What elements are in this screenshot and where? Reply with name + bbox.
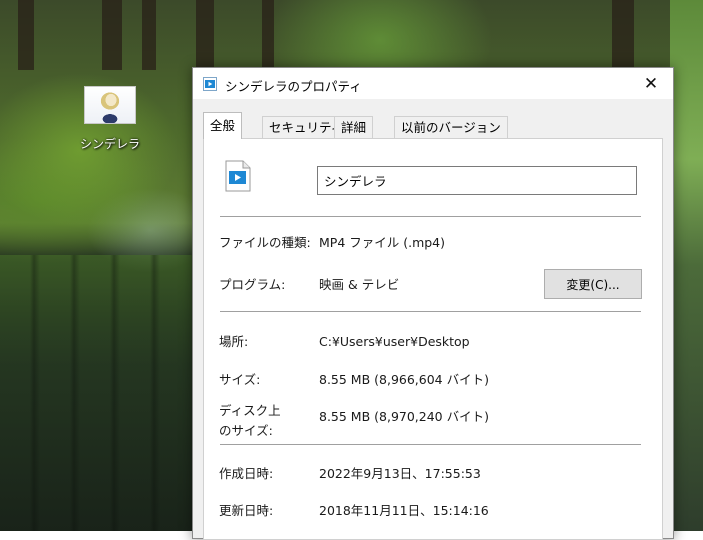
tree-trunk	[262, 0, 274, 70]
change-program-button[interactable]: 変更(C)...	[544, 269, 642, 299]
created-value: 2022年9月13日、17:55:53	[319, 466, 481, 481]
tree-trunk	[142, 0, 156, 70]
disk-size-label-line2: のサイズ:	[219, 423, 273, 438]
disk-size-value: 8.55 MB (8,970,240 バイト)	[319, 409, 489, 424]
title-bar[interactable]: シンデレラのプロパティ ✕	[193, 68, 673, 99]
created-label: 作成日時:	[219, 466, 274, 481]
tree-trunk	[102, 0, 122, 70]
desktop-icon-label: シンデレラ	[79, 137, 140, 151]
size-value: 8.55 MB (8,966,604 バイト)	[319, 372, 489, 387]
location-label: 場所:	[219, 334, 249, 349]
separator	[220, 444, 641, 445]
size-label: サイズ:	[219, 372, 261, 387]
location-value: C:¥Users¥user¥Desktop	[319, 334, 470, 349]
video-thumbnail	[84, 86, 136, 124]
separator	[220, 311, 641, 312]
close-icon: ✕	[643, 73, 659, 94]
separator	[220, 216, 641, 217]
close-button[interactable]: ✕	[629, 68, 673, 99]
tree-trunk	[612, 0, 634, 70]
video-file-icon	[225, 160, 251, 195]
file-name-input[interactable]	[317, 166, 637, 195]
properties-window: シンデレラのプロパティ ✕ 全般 セキュリティ 詳細 以前のバージョン ファイル…	[192, 67, 674, 540]
tab-previous-versions[interactable]: 以前のバージョン	[394, 116, 508, 139]
modified-label: 更新日時:	[219, 503, 274, 518]
modified-value: 2018年11月11日、15:14:16	[319, 503, 489, 518]
video-file-icon	[203, 77, 217, 94]
window-title: シンデレラのプロパティ	[225, 79, 362, 94]
disk-size-label-line1: ディスク上	[219, 403, 281, 418]
tree-trunk	[18, 0, 34, 70]
general-tab-panel: ファイルの種類: MP4 ファイル (.mp4) プログラム: 映画 & テレビ…	[203, 138, 663, 540]
foliage-right	[670, 0, 703, 531]
program-value: 映画 & テレビ	[319, 277, 400, 292]
file-type-label: ファイルの種類:	[219, 235, 311, 250]
program-label: プログラム:	[219, 277, 286, 292]
tab-details[interactable]: 詳細	[334, 116, 374, 139]
tab-general[interactable]: 全般	[203, 112, 243, 139]
tree-trunk	[196, 0, 214, 70]
file-type-value: MP4 ファイル (.mp4)	[319, 235, 446, 250]
desktop-file-icon[interactable]: シンデレラ	[76, 86, 144, 152]
